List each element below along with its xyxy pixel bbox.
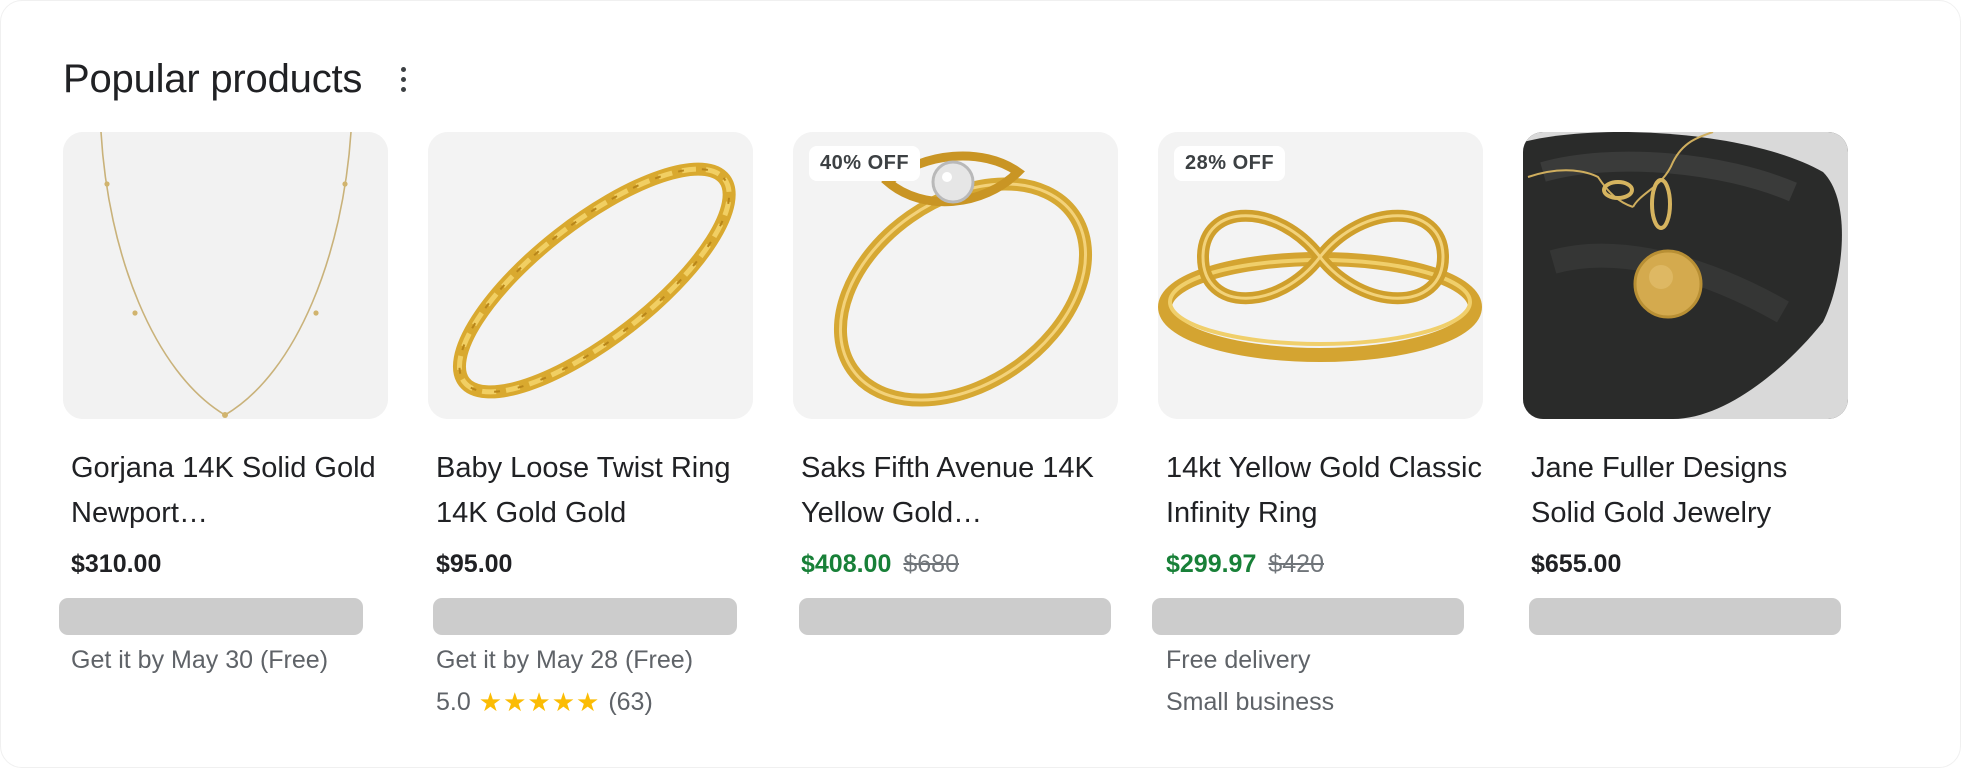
seller-tag: Small business [1166, 688, 1335, 716]
product-price: $655.00 [1531, 550, 1622, 578]
delivery-info: Get it by May 30 (Free) [71, 646, 329, 674]
product-image-4[interactable]: 28% OFF [1158, 132, 1483, 419]
product-card-4[interactable]: 28% OFF 14kt Yellow Gold Classic Infinit… [1152, 132, 1486, 723]
product-card-5[interactable]: Jane Fuller Designs Solid Gold Jewelry $… [1523, 132, 1848, 635]
discount-badge: 28% OFF [1174, 146, 1286, 181]
delivery-info: Get it by May 28 (Free) [436, 646, 694, 674]
twist-ring-image [428, 132, 753, 419]
product-title[interactable]: Saks Fifth Avenue 14K Yellow Gold… [801, 446, 1121, 536]
sale-price: $299.97 [1166, 550, 1257, 578]
product-card-2[interactable]: Baby Loose Twist Ring 14K Gold Gold $95.… [428, 132, 753, 723]
more-vert-icon[interactable] [390, 60, 416, 100]
product-title[interactable]: Jane Fuller Designs Solid Gold Jewelry [1531, 446, 1851, 536]
section-title: Popular products [63, 57, 363, 101]
price-row: $310.00 [71, 550, 388, 584]
product-card-3[interactable]: 40% OFF Saks Fifth Avenue 14K Yellow Gol… [793, 132, 1118, 635]
product-price: $310.00 [71, 550, 162, 578]
popular-products-panel: Popular products Gorjana 14K Solid Gold … [0, 0, 1961, 768]
rating-score: 5.0 [436, 688, 471, 716]
gold-chain-necklace-image [63, 132, 388, 419]
original-price: $680 [903, 550, 959, 578]
product-image-1[interactable] [63, 132, 388, 419]
price-row: $299.97 $420 [1166, 550, 1483, 584]
original-price: $420 [1268, 550, 1324, 578]
product-price: $95.00 [436, 550, 513, 578]
discount-badge: 40% OFF [809, 146, 921, 181]
redacted-merchant [1152, 598, 1464, 635]
price-row: $408.00 $680 [801, 550, 1118, 584]
rating-count: (63) [608, 688, 653, 716]
section-header: Popular products [63, 57, 416, 102]
redacted-merchant [59, 598, 363, 635]
coin-pendant-necklace-image [1523, 132, 1848, 419]
redacted-merchant [1529, 598, 1841, 635]
star-rating-icon: ★★★★★ [478, 687, 601, 717]
delivery-info: Free delivery [1166, 646, 1311, 674]
product-rating: 5.0 ★★★★★ (63) [436, 681, 753, 723]
product-image-5[interactable] [1523, 132, 1848, 419]
redacted-merchant [799, 598, 1111, 635]
product-title[interactable]: Gorjana 14K Solid Gold Newport… [71, 446, 391, 536]
sale-price: $408.00 [801, 550, 892, 578]
redacted-merchant [433, 598, 737, 635]
product-title[interactable]: Baby Loose Twist Ring 14K Gold Gold [436, 446, 756, 536]
product-title[interactable]: 14kt Yellow Gold Classic Infinity Ring [1166, 446, 1486, 536]
price-row: $95.00 [436, 550, 753, 584]
product-card-1[interactable]: Gorjana 14K Solid Gold Newport… $310.00 … [59, 132, 391, 681]
price-row: $655.00 [1531, 550, 1848, 584]
product-image-2[interactable] [428, 132, 753, 419]
product-image-3[interactable]: 40% OFF [793, 132, 1118, 419]
